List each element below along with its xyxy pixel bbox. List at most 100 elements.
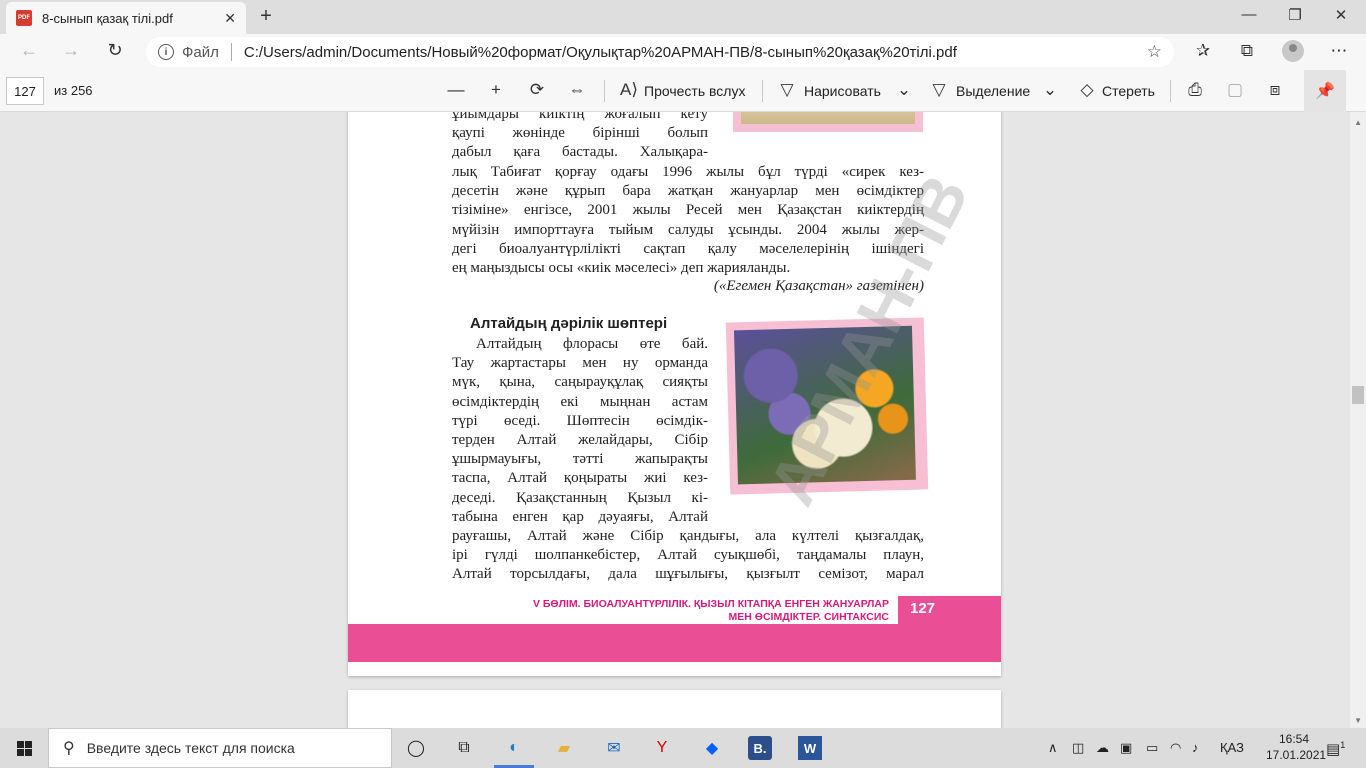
wifi-icon[interactable]: ◠ bbox=[1170, 740, 1181, 756]
tray-expand-icon[interactable]: ∧ bbox=[1048, 740, 1058, 756]
altai-paragraph-wide: рауғашы, Алтай және Сібір қандығы, ала к… bbox=[452, 527, 924, 585]
text-line: десетін және құрып бара жатқан жануарлар… bbox=[452, 183, 924, 200]
save-icon[interactable]: ▢ bbox=[1224, 80, 1246, 100]
profile-avatar[interactable] bbox=[1282, 40, 1304, 62]
section-heading: Алтайдың дәрілік шөптері bbox=[470, 315, 668, 332]
text-line: дабыл қаға бастады. Халықара- bbox=[452, 144, 708, 161]
yandex-browser-icon[interactable]: Y bbox=[650, 736, 674, 760]
text-line: деседі. Қазақстанның Қызыл кі- bbox=[452, 489, 708, 506]
pdf-file-icon: PDF bbox=[16, 10, 32, 26]
zoom-out-icon[interactable]: — bbox=[446, 80, 466, 100]
highlight-chevron-down-icon[interactable]: ⌄ bbox=[1040, 80, 1060, 100]
favorites-list-icon[interactable]: ✰ bbox=[1190, 41, 1216, 61]
document-viewport[interactable]: ұйымдары киіктің жоғалып кету қаупі жөні… bbox=[0, 112, 1366, 728]
tab-bar: PDF 8-сынып қазақ тілі.pdf ✕ + — ❐ ✕ bbox=[0, 0, 1366, 34]
taskbar-search[interactable]: ⚲ Введите здесь текст для поиска bbox=[48, 728, 392, 768]
scroll-up-icon[interactable]: ▲ bbox=[1354, 118, 1362, 127]
tray-app-icon[interactable]: ◫ bbox=[1072, 740, 1084, 756]
refresh-icon[interactable]: ↻ bbox=[100, 40, 130, 61]
notification-count: 1 bbox=[1340, 740, 1346, 750]
scroll-thumb[interactable] bbox=[1352, 386, 1364, 404]
address-row: ← → ↻ i Файл C:/Users/admin/Documents/Но… bbox=[0, 34, 1366, 70]
page-number-input[interactable]: 127 bbox=[6, 77, 44, 105]
saiga-photo bbox=[741, 112, 915, 124]
text-line: дегі биоалуантүрлілікті сақтап қалу мәсе… bbox=[452, 240, 924, 257]
search-icon: ⚲ bbox=[63, 740, 75, 757]
text-line: Алтайдың флорасы өте бай. bbox=[476, 336, 708, 352]
new-tab-icon[interactable]: + bbox=[254, 5, 278, 28]
battery-icon[interactable]: ▭ bbox=[1146, 740, 1158, 756]
address-bar[interactable]: i Файл C:/Users/admin/Documents/Новый%20… bbox=[146, 37, 1174, 67]
info-icon[interactable]: i bbox=[158, 44, 174, 60]
close-tab-icon[interactable]: ✕ bbox=[224, 10, 236, 27]
page-number-label: 127 bbox=[910, 600, 936, 617]
back-arrow-icon[interactable]: ← bbox=[14, 40, 44, 61]
zoom-in-icon[interactable]: + bbox=[486, 80, 506, 100]
text-line: терден Алтай желайдары, Сібір bbox=[452, 432, 708, 449]
draw-button[interactable]: Нарисовать bbox=[804, 83, 881, 99]
text-line: лық Табиғат қорғау одағы 1996 жылы бұл т… bbox=[452, 164, 924, 180]
bitrix-app-icon[interactable]: B. bbox=[748, 736, 772, 760]
restore-icon[interactable]: ❐ bbox=[1272, 6, 1318, 24]
clock[interactable]: 16:54 17.01.2021 bbox=[1266, 731, 1327, 763]
read-aloud-icon[interactable]: A⟩ bbox=[618, 80, 640, 100]
save-as-icon[interactable]: ⧈ bbox=[1264, 80, 1286, 100]
scheme-label: Файл bbox=[182, 43, 219, 61]
text-line: ірі гүлді шолпанкебістер, Алтай суықшөбі… bbox=[452, 547, 924, 564]
minimize-icon[interactable]: — bbox=[1226, 6, 1272, 23]
pdf-toolbar: 127 из 256 — + ⟳ ⇔ A⟩ Прочесть вслух ▽ Н… bbox=[0, 70, 1366, 112]
url-text[interactable]: C:/Users/admin/Documents/Новый%20формат/… bbox=[244, 44, 1147, 61]
cortana-icon[interactable]: ◯ bbox=[404, 736, 428, 760]
favorite-star-icon[interactable]: ☆ bbox=[1147, 42, 1162, 62]
file-explorer-icon[interactable]: ▰ bbox=[552, 736, 576, 760]
onedrive-icon[interactable]: ☁ bbox=[1096, 740, 1109, 756]
word-icon[interactable]: W bbox=[798, 736, 822, 760]
scroll-down-icon[interactable]: ▼ bbox=[1354, 716, 1362, 725]
close-window-icon[interactable]: ✕ bbox=[1318, 6, 1364, 24]
altai-paragraph: Алтайдың флорасы өте бай. Тау жартастары… bbox=[452, 335, 708, 527]
browser-tab[interactable]: PDF 8-сынып қазақ тілі.pdf ✕ bbox=[6, 2, 246, 34]
draw-pen-icon[interactable]: ▽ bbox=[776, 80, 798, 100]
fit-page-icon[interactable]: ⇔ bbox=[566, 80, 588, 100]
windows-logo-icon bbox=[16, 740, 32, 756]
text-line: түрі өседі. Шөптесін өсімдік- bbox=[452, 412, 708, 429]
text-line: мүйізін импорттауға тыйым салуды ұсынды.… bbox=[452, 221, 924, 238]
photo-frame-top bbox=[733, 112, 923, 132]
print-icon[interactable]: ⎙ bbox=[1184, 80, 1206, 100]
pin-toolbar-icon[interactable]: 📌 bbox=[1304, 70, 1346, 112]
footer-line: МЕН ӨСІМДІКТЕР. СИНТАКСИС bbox=[728, 611, 889, 623]
rotate-icon[interactable]: ⟳ bbox=[526, 80, 548, 100]
start-button[interactable] bbox=[0, 728, 48, 768]
clock-date: 17.01.2021 bbox=[1266, 748, 1327, 762]
collections-icon[interactable]: ⧉ bbox=[1234, 41, 1260, 61]
tray-display-icon[interactable]: ▣ bbox=[1120, 740, 1132, 756]
text-line: табына енген қар дәуаяғы, Алтай bbox=[452, 508, 708, 525]
search-placeholder: Введите здесь текст для поиска bbox=[86, 740, 295, 756]
text-line: мүк, қына, саңырауқұлақ сияқты bbox=[452, 374, 708, 391]
language-indicator[interactable]: ҚАЗ bbox=[1220, 740, 1244, 755]
total-pages: из 256 bbox=[54, 83, 93, 98]
highlight-icon[interactable]: ▽ bbox=[928, 80, 950, 100]
draw-chevron-down-icon[interactable]: ⌄ bbox=[894, 80, 914, 100]
volume-icon[interactable]: ♪ bbox=[1192, 740, 1199, 755]
text-line: қаупі жөнінде бірінші болып bbox=[452, 125, 708, 142]
mail-icon[interactable]: ✉ bbox=[602, 736, 626, 760]
more-menu-icon[interactable]: ⋯ bbox=[1326, 41, 1352, 61]
tab-title: 8-сынып қазақ тілі.pdf bbox=[42, 10, 173, 26]
read-aloud-button[interactable]: Прочесть вслух bbox=[644, 83, 745, 99]
eraser-icon[interactable]: ◇ bbox=[1076, 80, 1098, 100]
highlight-button[interactable]: Выделение bbox=[956, 83, 1030, 99]
task-view-icon[interactable]: ⧉ bbox=[452, 736, 476, 760]
forward-arrow-icon[interactable]: → bbox=[56, 40, 86, 61]
chapter-footer-label: V БӨЛІМ. БИОАЛУАНТҮРЛІЛІК. ҚЫЗЫЛ КІТАПҚА… bbox=[533, 598, 889, 624]
address-separator bbox=[230, 43, 232, 61]
erase-button[interactable]: Стереть bbox=[1102, 83, 1155, 99]
toolbar-separator bbox=[604, 80, 605, 102]
notifications-icon[interactable]: ▤1 bbox=[1326, 740, 1345, 758]
top-paragraph: ұйымдары киіктің жоғалып кету қаупі жөні… bbox=[452, 112, 708, 163]
edge-browser-icon[interactable]: ◐ bbox=[502, 736, 526, 760]
dropbox-icon[interactable]: ◆ bbox=[700, 736, 724, 760]
vertical-scrollbar[interactable] bbox=[1350, 112, 1366, 728]
text-line: ұйымдары киіктің жоғалып кету bbox=[452, 112, 708, 122]
taskbar: ⚲ Введите здесь текст для поиска ◯ ⧉ ◐ ▰… bbox=[0, 728, 1366, 768]
